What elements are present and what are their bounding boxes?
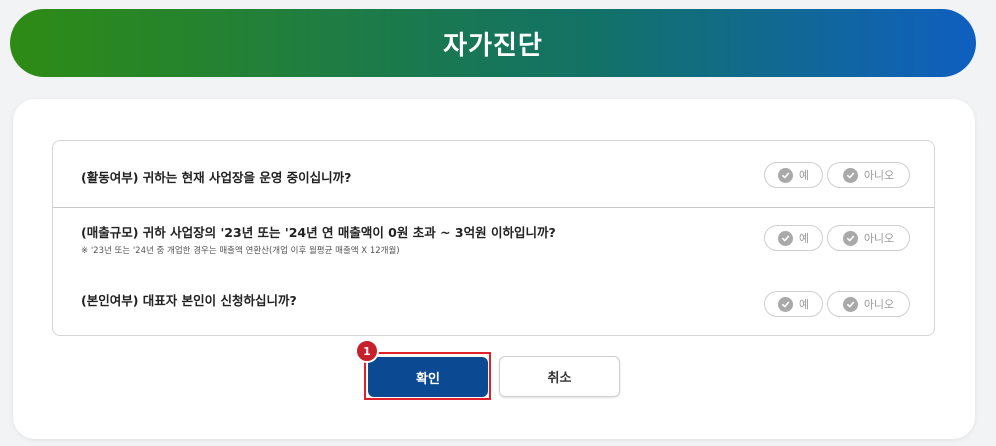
answer-no-button[interactable]: 아니오 xyxy=(827,291,910,317)
answer-yes-button[interactable]: 예 xyxy=(764,291,823,317)
header-banner: 자가진단 xyxy=(10,9,976,77)
answer-no-label: 아니오 xyxy=(863,298,895,311)
check-icon xyxy=(842,296,858,312)
cancel-button[interactable]: 취소 xyxy=(499,356,620,397)
answer-no-button[interactable]: 아니오 xyxy=(827,162,910,188)
answer-yes-label: 예 xyxy=(798,232,810,245)
check-icon xyxy=(777,296,793,312)
answer-options: 예 아니오 xyxy=(764,162,910,188)
answer-yes-label: 예 xyxy=(798,169,810,182)
step-number-badge: 1 xyxy=(355,339,379,363)
check-icon xyxy=(777,230,793,246)
confirm-button[interactable]: 확인 xyxy=(368,357,488,397)
question-row-activity: (활동여부) 귀하는 현재 사업장을 운영 중이십니까? 예 아니오 xyxy=(53,141,934,208)
question-text: (매출규모) 귀하 사업장의 '23년 또는 '24년 연 매출액이 0원 초과… xyxy=(81,225,556,240)
question-text: (본인여부) 대표자 본인이 신청하십니까? xyxy=(81,293,297,308)
answer-options: 예 아니오 xyxy=(764,225,910,251)
answer-yes-button[interactable]: 예 xyxy=(764,162,823,188)
answer-options: 예 아니오 xyxy=(764,291,910,317)
check-icon xyxy=(842,167,858,183)
page-title: 자가진단 xyxy=(443,30,543,61)
question-text: (활동여부) 귀하는 현재 사업장을 운영 중이십니까? xyxy=(81,170,352,185)
self-diagnosis-page: 자가진단 (활동여부) 귀하는 현재 사업장을 운영 중이십니까? 예 아니오 … xyxy=(0,0,996,446)
answer-no-label: 아니오 xyxy=(863,169,895,182)
question-row-identity: (본인여부) 대표자 본인이 신청하십니까? 예 아니오 xyxy=(53,271,934,335)
check-icon xyxy=(842,230,858,246)
answer-no-button[interactable]: 아니오 xyxy=(827,225,910,251)
question-note: ※ '23년 또는 '24년 중 개업한 경우는 매출액 연환산(개업 이후 월… xyxy=(81,246,400,256)
question-list: (활동여부) 귀하는 현재 사업장을 운영 중이십니까? 예 아니오 (매출규모… xyxy=(52,140,935,336)
question-row-sales: (매출규모) 귀하 사업장의 '23년 또는 '24년 연 매출액이 0원 초과… xyxy=(53,209,934,271)
answer-no-label: 아니오 xyxy=(863,232,895,245)
answer-yes-label: 예 xyxy=(798,298,810,311)
diagnosis-card: (활동여부) 귀하는 현재 사업장을 운영 중이십니까? 예 아니오 (매출규모… xyxy=(13,99,975,439)
check-icon xyxy=(777,167,793,183)
answer-yes-button[interactable]: 예 xyxy=(764,225,823,251)
